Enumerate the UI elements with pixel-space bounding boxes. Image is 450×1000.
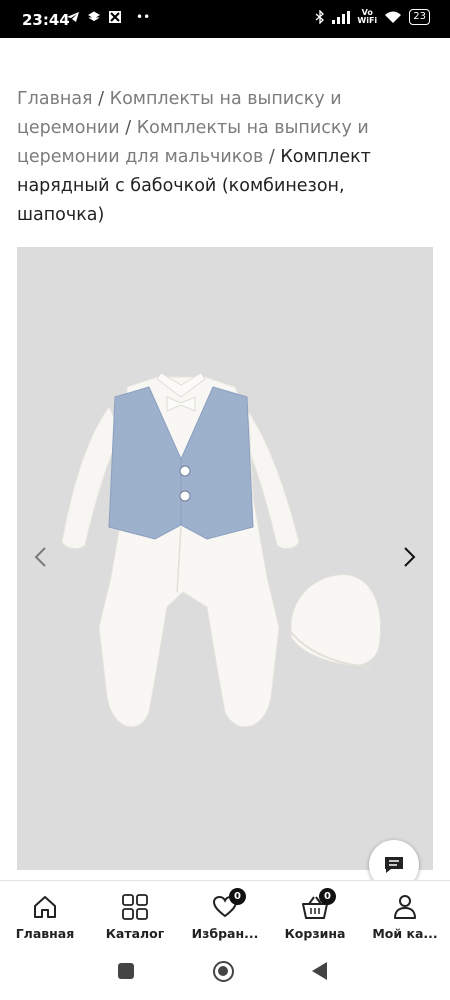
nav-label-account: Мой ка...: [372, 926, 438, 941]
vowifi-label: Vo WiFi: [357, 8, 378, 25]
status-system-icons: Vo WiFi 23: [315, 9, 430, 25]
breadcrumb-separator: /: [125, 118, 137, 138]
breadcrumb-separator: /: [268, 147, 281, 167]
cart-count-badge: 0: [319, 888, 336, 905]
breadcrumb-link-home[interactable]: Главная: [17, 89, 93, 109]
status-bar: 23:44 •• Vo WiFi 23: [0, 0, 450, 38]
nav-item-home[interactable]: Главная: [0, 881, 90, 951]
nav-label-cart: Корзина: [284, 926, 346, 941]
nav-item-catalog[interactable]: Каталог: [90, 881, 180, 951]
wifi-icon: [385, 11, 402, 23]
battery-indicator: 23: [409, 9, 430, 25]
more-notifications-icon: ••: [136, 10, 151, 24]
chevron-right-icon[interactable]: [399, 545, 419, 569]
nav-item-account[interactable]: Мой ка...: [360, 881, 450, 951]
nav-label-catalog: Каталог: [105, 926, 165, 941]
home-icon: [34, 896, 56, 918]
bottom-navigation: Главная Каталог 0 Избран... 0 Корзина Мо…: [0, 880, 450, 950]
recents-button[interactable]: [118, 963, 134, 979]
grid-icon: [122, 894, 148, 920]
status-time: 23:44: [22, 11, 70, 29]
breadcrumb-separator: /: [98, 89, 110, 109]
bluetooth-icon: [315, 10, 325, 24]
chat-icon: [385, 857, 403, 873]
status-notification-icons: ••: [66, 10, 150, 24]
signal-icon: [332, 10, 351, 24]
nav-label-favorites: Избран...: [191, 926, 259, 941]
home-button[interactable]: [213, 961, 234, 982]
telegram-icon: [67, 12, 79, 22]
layers-icon: [88, 11, 100, 22]
favorites-count-badge: 0: [229, 888, 246, 905]
user-icon: [394, 895, 416, 919]
hat-illustration: [290, 574, 381, 668]
product-image: [61, 372, 381, 728]
nav-item-cart[interactable]: 0 Корзина: [270, 881, 360, 951]
chevron-left-icon[interactable]: [31, 545, 51, 569]
nav-item-favorites[interactable]: 0 Избран...: [180, 881, 270, 951]
app-icon: [109, 11, 121, 23]
breadcrumb: Главная / Комплекты на выписку и церемон…: [17, 85, 435, 230]
nav-label-home: Главная: [15, 926, 75, 941]
back-button[interactable]: [312, 962, 327, 980]
coverall-illustration: [61, 372, 300, 728]
product-gallery[interactable]: [17, 247, 433, 870]
